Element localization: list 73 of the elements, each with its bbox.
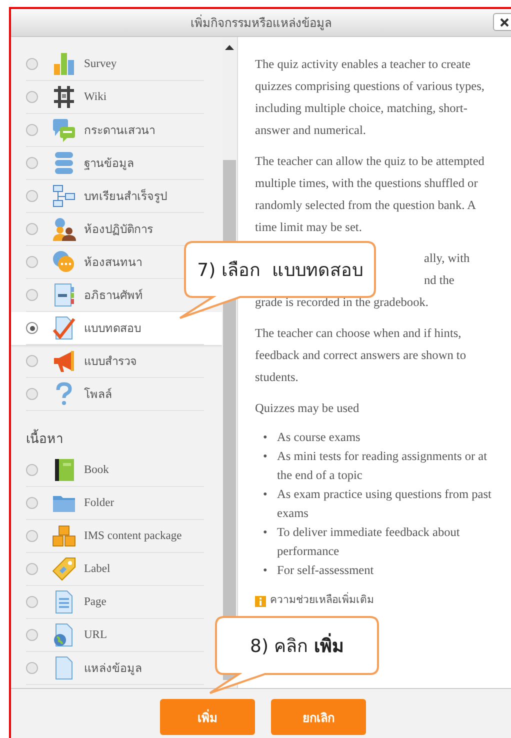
bullet-marker: • (263, 448, 268, 465)
bullet-marker: • (263, 524, 268, 541)
description-text: grade is recorded in the gradebook. (255, 295, 428, 309)
bullet-item: As mini tests for reading assignments or at the end of a topic (277, 448, 488, 484)
bullet-marker: • (263, 429, 268, 446)
grid-icon (52, 85, 76, 109)
checkmark-document-icon (52, 316, 76, 340)
bar-chart-icon (52, 52, 76, 76)
callout: 8) คลิก เพิ่ม (207, 615, 381, 695)
tag-icon (52, 557, 76, 581)
description-text: ally, with (424, 251, 470, 265)
description-text: The teacher can choose when and if hints, feedback and correct answers are shown to students. (255, 325, 467, 386)
activity-label[interactable]: บทเรียนสำเร็จรูป (84, 187, 167, 205)
activity-label[interactable]: แบบสำรวจ (84, 352, 137, 370)
bullet-item: As exam practice using questions from past exams (277, 486, 492, 522)
activity-label[interactable]: IMS content package (84, 530, 182, 542)
activity-label[interactable]: แหล่งข้อมูล (84, 659, 142, 677)
description-text: The teacher can allow the quiz to be attempted multiple times, with the questions shuffled or randomly selected from the question bank. A time limit may be set. (255, 153, 486, 236)
radio-button[interactable] (26, 497, 38, 509)
activity-label[interactable]: Wiki (84, 91, 107, 103)
description-text: The quiz activity enables a teacher to create quizzes comprising questions of various types, including multiple choice, matching, short-answer and numerical. (255, 56, 486, 139)
book-icon (52, 458, 76, 482)
activity-label[interactable]: ฐานข้อมูล (84, 154, 134, 172)
radio-button[interactable] (26, 58, 38, 70)
info-icon (255, 596, 266, 606)
activity-label[interactable]: กระดานเสวนา (84, 121, 155, 139)
bullet-marker: • (263, 486, 268, 503)
boxes-icon (52, 524, 76, 548)
help-link[interactable]: ความช่วยเหลือเพิ่มเติม (270, 590, 374, 612)
flowchart-icon (52, 184, 76, 208)
radio-button[interactable] (26, 223, 38, 235)
radio-button[interactable] (26, 256, 38, 268)
activity-label[interactable]: URL (84, 629, 107, 641)
people-icon (52, 217, 76, 241)
radio-button[interactable] (26, 289, 38, 301)
database-icon (52, 151, 76, 175)
dictionary-icon (52, 283, 76, 307)
activity-label[interactable]: โพลล์ (84, 385, 112, 403)
activity-label[interactable]: Page (84, 596, 106, 608)
megaphone-icon (52, 349, 76, 373)
description-text: Quizzes may be used (255, 400, 360, 417)
activity-label[interactable]: Survey (84, 58, 117, 70)
radio-button[interactable] (26, 596, 38, 608)
activity-label[interactable]: ห้องปฏิบัติการ (84, 220, 153, 238)
radio-button[interactable] (26, 91, 38, 103)
radio-button[interactable] (26, 124, 38, 136)
dialog-title: เพิ่มกิจกรรมหรือแหล่งข้อมูล (190, 14, 332, 32)
bullet-item: As course exams (277, 429, 360, 446)
chat-bubbles-icon (52, 250, 76, 274)
radio-button[interactable] (26, 530, 38, 542)
description-text: nd the (424, 273, 454, 287)
radio-button[interactable] (26, 157, 38, 169)
activity-label[interactable]: อภิธานศัพท์ (84, 286, 143, 304)
radio-button[interactable] (26, 355, 38, 367)
scroll-up-icon[interactable] (225, 45, 234, 50)
bullet-item: To deliver immediate feedback about performance (277, 524, 461, 560)
activity-label[interactable]: แบบทดสอบ (84, 319, 141, 337)
bullet-marker: • (263, 562, 268, 579)
radio-button[interactable] (26, 563, 38, 575)
radio-button[interactable] (26, 629, 38, 641)
radio-button[interactable] (26, 388, 38, 400)
radio-button[interactable] (26, 464, 38, 476)
speech-bubbles-icon (52, 118, 76, 142)
close-button[interactable] (493, 13, 511, 31)
activity-label[interactable]: Folder (84, 497, 114, 509)
bullet-item: For self-assessment (277, 562, 374, 579)
radio-button[interactable] (26, 662, 38, 674)
close-icon (500, 18, 508, 26)
radio-button[interactable] (26, 190, 38, 202)
activity-label[interactable]: Book (84, 464, 109, 476)
radio-button[interactable] (26, 322, 38, 334)
activity-label[interactable]: ห้องสนทนา (84, 253, 142, 271)
activity-label[interactable]: Label (84, 563, 110, 575)
